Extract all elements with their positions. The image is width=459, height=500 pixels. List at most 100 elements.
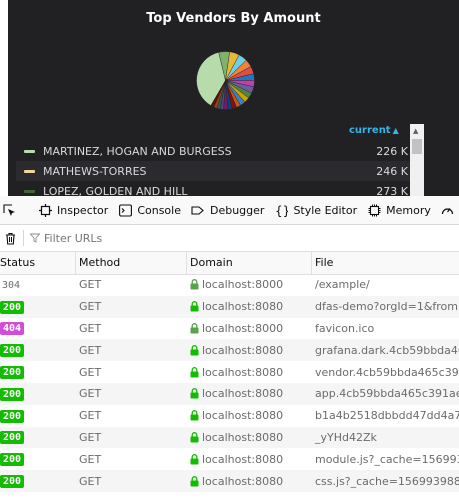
tab-inspector[interactable]: Inspector xyxy=(33,196,113,224)
memory-icon xyxy=(367,203,381,217)
tab-console[interactable]: Console xyxy=(113,196,186,224)
sort-asc-icon: ▲ xyxy=(392,126,399,135)
status-cell: 200 xyxy=(0,474,76,489)
legend-scrollbar[interactable]: ▲ xyxy=(410,124,424,196)
file-cell: css.js?_cache=1569939887213 xyxy=(315,474,459,488)
method-cell: GET xyxy=(79,278,102,292)
domain-cell: localhost:8080 xyxy=(187,431,312,444)
request-row[interactable]: 200 GET localhost:8080 b1a4b2518dbbdd47dd4a… xyxy=(0,405,459,427)
method-cell: GET xyxy=(79,452,102,466)
legend-item[interactable]: MARTINEZ, HOGAN AND BURGESS 226 K xyxy=(16,141,410,161)
method-cell: GET xyxy=(79,409,102,423)
domain-cell: localhost:8000 xyxy=(187,322,312,335)
status-cell: 200 xyxy=(0,300,76,314)
tab-label: Memory xyxy=(386,203,431,217)
method-cell: GET xyxy=(79,343,102,357)
request-row[interactable]: 404 GET localhost:8000 favicon.ico xyxy=(0,318,459,340)
file-cell: b1a4b2518dbbdd47dd4a713d5 xyxy=(315,409,459,423)
domain-text: localhost:8080 xyxy=(202,452,284,466)
lock-icon xyxy=(190,453,199,465)
tab-memory[interactable]: Memory xyxy=(362,196,436,224)
domain-cell: localhost:8080 xyxy=(187,300,312,313)
status-badge: 200 xyxy=(0,344,25,358)
request-row[interactable]: 200 GET localhost:8080 vendor.4cb59bbda465c… xyxy=(0,361,459,383)
filter-funnel-icon xyxy=(30,233,40,243)
column-file[interactable]: File xyxy=(312,252,459,274)
status-badge: 200 xyxy=(0,366,25,380)
series-color-swatch[interactable] xyxy=(24,169,35,173)
console-icon xyxy=(118,203,132,217)
domain-cell: localhost:8000 xyxy=(187,278,312,291)
lock-icon xyxy=(190,388,199,399)
filter-urls-input[interactable] xyxy=(44,231,244,245)
domain-text: localhost:8080 xyxy=(202,409,284,423)
svg-text:{}: {} xyxy=(275,204,288,217)
file-cell: _yYHd42Zk xyxy=(315,430,377,444)
pick-element-button[interactable] xyxy=(0,196,33,224)
panel-title: Top Vendors By Amount xyxy=(146,11,321,26)
sort-current-header[interactable]: current ▲ xyxy=(349,125,399,136)
domain-text: localhost:8080 xyxy=(202,387,284,401)
file-cell: favicon.ico xyxy=(315,321,375,335)
file-cell: app.4cb59bbda465c391ae8e.js xyxy=(315,387,459,401)
domain-text: localhost:8080 xyxy=(202,300,284,314)
filter-bar xyxy=(0,225,459,252)
column-method[interactable]: Method xyxy=(76,252,187,274)
series-color-swatch[interactable] xyxy=(24,149,35,153)
legend-item[interactable]: LOPEZ, GOLDEN AND HILL 273 K xyxy=(16,181,410,196)
scroll-thumb[interactable] xyxy=(412,139,422,154)
insecure-lock-icon xyxy=(190,323,199,334)
current-label: current xyxy=(349,125,391,136)
series-color-swatch[interactable] xyxy=(24,189,35,193)
tab-style-editor[interactable]: {} Style Editor xyxy=(269,196,362,224)
method-cell: GET xyxy=(79,300,102,314)
status-cell: 200 xyxy=(0,387,76,401)
lock-icon xyxy=(190,344,199,356)
status-cell: 200 xyxy=(0,409,76,423)
request-row[interactable]: 200 GET localhost:8080 module.js?_cache=156… xyxy=(0,448,459,470)
dashboard-area: Top Vendors By Amount current ▲ MARTINEZ,… xyxy=(0,0,459,196)
legend-item-value: 273 K xyxy=(376,184,408,197)
status-cell: 304 xyxy=(0,278,76,291)
file-cell: grafana.dark.4cb59bbda465c39 xyxy=(315,343,459,357)
status-cell: 404 xyxy=(0,321,76,336)
legend-item-name: LOPEZ, GOLDEN AND HILL xyxy=(43,184,188,197)
legend-item[interactable]: MATHEWS-TORRES 246 K xyxy=(16,161,410,181)
tab-debugger[interactable]: Debugger xyxy=(186,196,269,224)
performance-icon xyxy=(441,203,455,217)
status-badge: 200 xyxy=(0,409,25,423)
method-cell: GET xyxy=(79,474,102,488)
column-status[interactable]: Status xyxy=(0,252,76,274)
status-cell: 200 xyxy=(0,430,76,445)
domain-text: localhost:8080 xyxy=(202,365,284,379)
request-row[interactable]: 304 GET localhost:8000/example/ xyxy=(0,274,459,296)
inspector-icon xyxy=(38,203,52,217)
domain-cell: localhost:8080 xyxy=(187,409,312,422)
pie-chart[interactable] xyxy=(196,51,255,110)
request-row[interactable]: 200 GET localhost:8080 _yYHd42Zk xyxy=(0,426,459,449)
request-row[interactable]: 200 GET localhost:8080 css.js?_cache=156993… xyxy=(0,470,459,492)
legend-item-value: 246 K xyxy=(376,164,408,178)
column-domain[interactable]: Domain xyxy=(187,252,312,274)
request-row[interactable]: 200 GET localhost:8080 grafana.dark.4cb59bb… xyxy=(0,339,459,362)
request-row[interactable]: 200 GET localhost:8080 dfas-demo?orgId=1&fr… xyxy=(0,295,459,318)
domain-cell: localhost:8080 xyxy=(187,387,312,400)
clear-requests-icon[interactable] xyxy=(4,232,17,245)
status-badge: 200 xyxy=(0,387,25,401)
domain-text: localhost:8000 xyxy=(202,321,284,335)
tab-pe[interactable]: Pe xyxy=(436,196,459,224)
method-cell: GET xyxy=(79,430,102,444)
domain-cell: localhost:8080 xyxy=(187,453,312,466)
tab-label: Console xyxy=(137,203,181,217)
method-cell: GET xyxy=(79,365,102,379)
status-cell: 200 xyxy=(0,343,76,358)
legend: MARTINEZ, HOGAN AND BURGESS 226 K MATHEWS-… xyxy=(16,141,410,196)
filter-separator xyxy=(23,230,24,246)
status-cell: 200 xyxy=(0,365,76,380)
debugger-icon xyxy=(191,203,205,217)
domain-text: localhost:8080 xyxy=(202,430,284,444)
scroll-up-arrow-icon[interactable]: ▲ xyxy=(413,127,418,135)
request-row[interactable]: 200 GET localhost:8080 app.4cb59bbda465c391… xyxy=(0,382,459,405)
status-code: 304 xyxy=(2,280,21,292)
domain-text: localhost:8080 xyxy=(202,474,284,488)
